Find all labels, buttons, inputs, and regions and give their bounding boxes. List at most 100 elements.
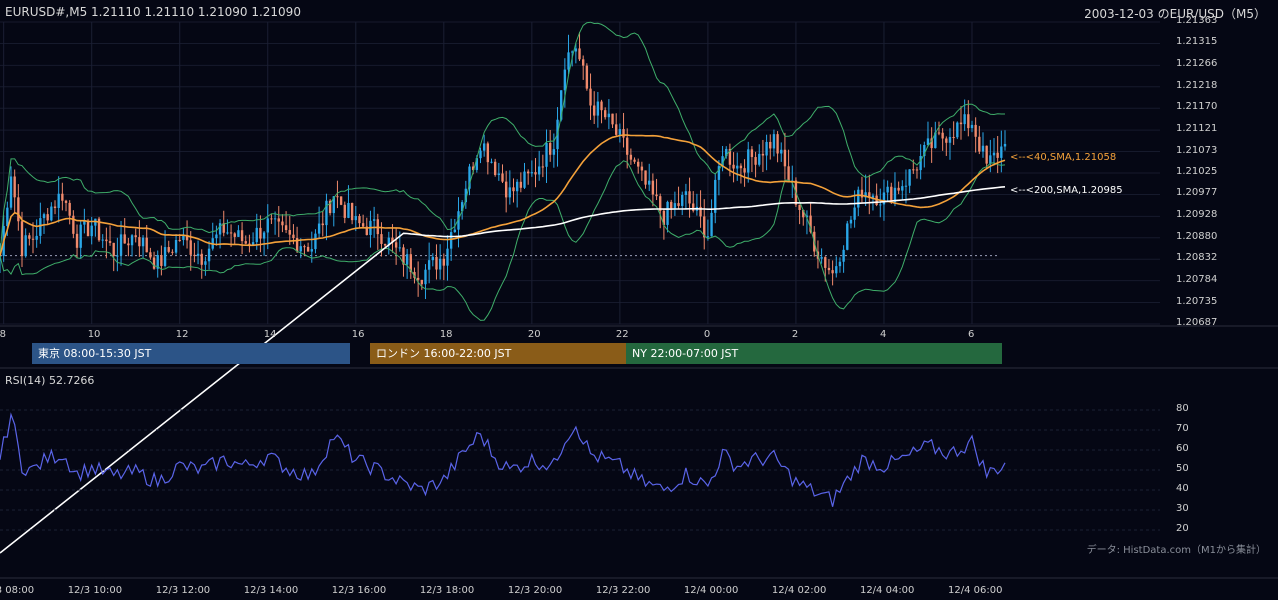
price-tick-label: 1.21363 [1176,15,1218,26]
date-tick-label: 12/3 22:00 [595,585,651,596]
candle-body [681,194,684,206]
candle-body [336,196,339,198]
session-london: ロンドン 16:00-22:00 JST [370,343,626,364]
candle-body [394,242,398,248]
candle-body [196,253,200,256]
candle-body [167,247,170,252]
candle-body [105,239,108,242]
candle-body [978,136,981,152]
candle-body [255,227,258,243]
candle-body [618,129,622,135]
sma40-label: <--<40,SMA,1.21058 [1010,152,1117,163]
candle-body [64,200,68,203]
candle-body [270,218,273,220]
candle-body [952,137,955,139]
candle-body [116,255,119,257]
candle-body [963,114,966,125]
candle-body [262,232,266,239]
candle-body [769,141,772,149]
price-tick-label: 1.21218 [1176,79,1218,91]
candle-body [956,122,959,138]
candle-body [306,246,310,252]
candle-body [593,105,596,116]
candle-body [673,203,677,209]
candle-body [824,257,827,268]
price-tick-label: 1.20880 [1176,230,1218,242]
candle-body [347,202,350,218]
candle-body [321,223,324,226]
candle-body [959,122,963,125]
candle-body [138,237,141,247]
candle-body [615,124,618,135]
candle-body [354,216,357,221]
candle-body [831,270,834,274]
candle-body [497,173,501,176]
date-tick-label: 12/4 06:00 [947,585,1003,596]
hour-tick-label: 8 [0,329,7,340]
candle-body [515,181,519,192]
bollinger-lower [0,160,1006,321]
candle-body [519,181,523,188]
rsi-tick-label: 70 [1176,423,1189,434]
hour-tick-label: 0 [703,329,711,340]
hour-tick-label: 4 [879,329,887,340]
candle-body [350,202,354,221]
candle-body [761,153,765,156]
candle-body [284,225,288,231]
candle-body [163,247,167,266]
candle-body [534,172,537,175]
candle-body [798,204,801,210]
price-tick-label: 1.21073 [1176,144,1218,156]
candle-body [35,235,38,240]
candle-body [317,223,321,234]
candle-body [600,101,603,111]
candle-body [578,48,581,60]
candle-body [827,267,831,271]
candle-body [266,218,269,233]
price-tick-label: 1.20977 [1176,187,1218,199]
rsi-tick-label: 60 [1176,443,1189,454]
hour-tick-label: 12 [175,329,189,340]
price-tick-label: 1.21121 [1176,123,1218,135]
rsi-line [0,412,1006,507]
candle-body [670,201,673,209]
candle-body [31,238,35,240]
candle-body [552,149,556,155]
price-tick-label: 1.21266 [1176,58,1218,70]
candle-body [119,234,123,256]
candle-body [108,241,112,243]
candle-body [640,166,644,171]
candle-body [607,113,611,118]
candle-body [145,237,148,253]
date-tick-label: 12/3 10:00 [67,585,123,596]
candle-body [750,149,754,158]
date-tick-label: 12/4 00:00 [683,585,739,596]
candle-body [692,203,695,211]
candle-body [303,246,306,248]
candle-body [732,164,735,169]
candle-body [361,223,365,227]
candle-body [325,200,328,226]
candle-body [493,161,497,176]
candle-body [948,137,952,143]
candle-body [277,218,280,222]
price-tick-label: 1.21170 [1176,101,1218,113]
candle-body [842,249,845,262]
candle-body [908,169,911,186]
candle-body [314,233,317,250]
hour-tick-label: 2 [791,329,799,340]
candle-body [989,155,992,164]
candle-body [589,88,592,106]
candle-body [655,194,658,197]
candle-body [50,206,53,221]
candle-body [838,261,842,267]
hour-tick-label: 6 [967,329,975,340]
price-tick-label: 1.21315 [1176,36,1218,48]
candle-body [651,180,655,195]
candle-body [853,207,856,220]
candle-body [523,171,526,188]
candle-body [218,223,222,235]
candle-body [174,239,178,253]
candle-body [479,150,482,159]
session-ny: NY 22:00-07:00 JST [626,343,1002,364]
